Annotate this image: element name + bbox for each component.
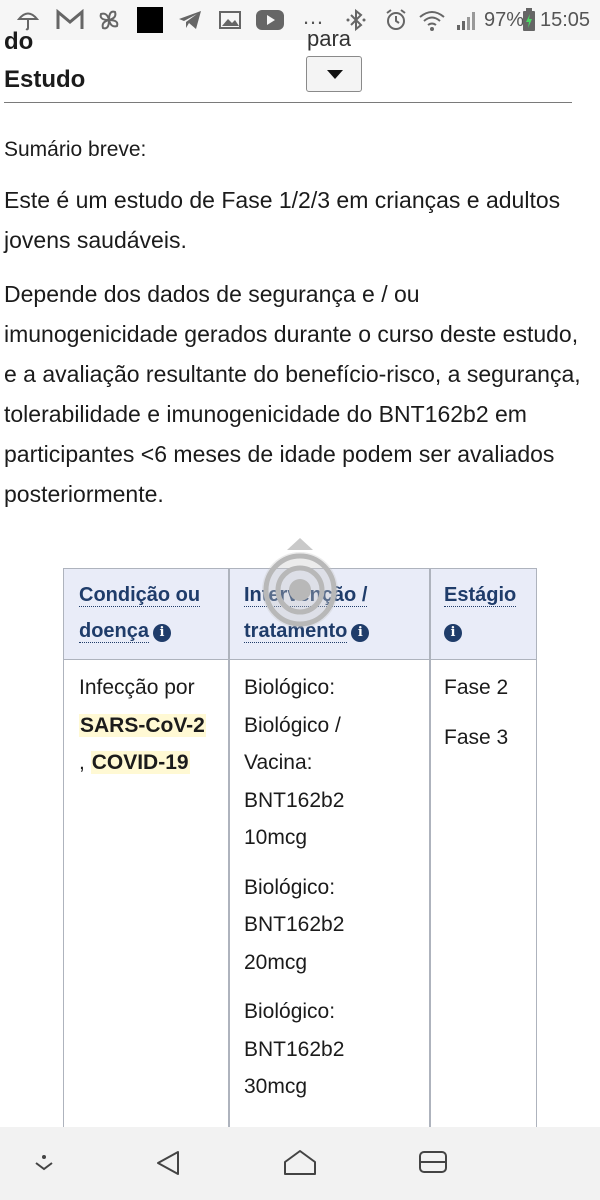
- clock: 15:05: [540, 9, 591, 31]
- back-icon[interactable]: [148, 1145, 188, 1181]
- dropdown-label: para: [307, 26, 352, 51]
- header-condition-line2: doença: [79, 620, 150, 643]
- condition-cell: Infecção por SARS-CoV-2 , COVID-19: [79, 669, 219, 782]
- info-icon[interactable]: i: [444, 624, 462, 642]
- section-dropdown-button[interactable]: [306, 56, 362, 92]
- header-divider: [4, 102, 572, 103]
- stage-item: Fase 3: [444, 725, 509, 749]
- intervention-line: BNT162b2: [244, 788, 345, 812]
- alarm-icon: [384, 8, 408, 32]
- home-icon[interactable]: [280, 1145, 320, 1181]
- info-icon[interactable]: i: [153, 624, 172, 642]
- battery-charging-icon: [522, 8, 536, 32]
- intervention-line: 10mcg: [244, 826, 308, 849]
- gmail-icon: [56, 8, 84, 32]
- summary-paragraph-2: Depende dos dados de segurança e / ou im…: [4, 281, 581, 507]
- intervention-line: Biológico:: [244, 676, 336, 699]
- summary-paragraph-1: Este é um estudo de Fase 1/2/3 em crianç…: [4, 187, 561, 253]
- scroll-up-arrow-icon[interactable]: [287, 538, 313, 550]
- stage-cell: Fase 2 Fase 3: [444, 669, 534, 756]
- intervention-item: Biológico: BNT162b2 30mcg: [244, 993, 419, 1106]
- status-bar: … 97% 15:05: [0, 0, 600, 40]
- summary-label: Sumário breve:: [4, 138, 147, 161]
- header-condition[interactable]: Condição ou doença i: [79, 577, 201, 649]
- intervention-line: 20mcg: [244, 950, 308, 974]
- header-condition-line1: Condição ou: [79, 584, 201, 607]
- image-icon: [218, 8, 242, 32]
- intervention-line: Vacina:: [244, 751, 313, 774]
- battery-percent: 97%: [484, 9, 525, 31]
- intervention-cell: Biológico: Biológico / Vacina: BNT162b2 …: [244, 669, 419, 1106]
- intervention-line: BNT162b2: [244, 1037, 345, 1061]
- conditions-table: Condição ou doençai Intervenção / tratam…: [63, 568, 537, 1168]
- condition-separator: ,: [79, 751, 85, 774]
- column-divider: [228, 569, 230, 1167]
- intervention-line: Biológico:: [244, 875, 336, 899]
- condition-term-link[interactable]: COVID-19: [90, 751, 190, 774]
- header-stage-label: Estágio: [444, 584, 517, 607]
- header-stage[interactable]: Estágio i: [444, 577, 517, 649]
- intervention-item: Biológico: BNT162b2 20mcg: [244, 869, 419, 982]
- condition-term-link[interactable]: SARS-CoV-2: [79, 713, 206, 737]
- telegram-icon: [177, 8, 203, 32]
- pinwheel-icon: [96, 8, 122, 32]
- chevron-down-icon[interactable]: [24, 1145, 64, 1181]
- youtube-icon: [255, 8, 285, 32]
- wifi-icon: [418, 8, 446, 32]
- condition-prefix: Infecção por: [79, 676, 195, 699]
- intervention-line: 30mcg: [244, 1075, 308, 1098]
- info-icon[interactable]: i: [351, 624, 370, 642]
- intervention-line: Biológico /: [244, 713, 341, 737]
- page-title: Estudo: [4, 66, 86, 93]
- black-square-icon: [137, 7, 163, 33]
- header-partial-word: do: [4, 28, 34, 55]
- scroll-handle-icon[interactable]: [262, 552, 338, 628]
- column-divider: [429, 569, 431, 1167]
- intervention-item: Biológico: Biológico / Vacina: BNT162b2 …: [244, 669, 419, 857]
- dropdown-arrow-icon: [327, 70, 343, 79]
- recents-icon[interactable]: [413, 1145, 453, 1181]
- navigation-bar: [0, 1127, 600, 1200]
- stage-item: Fase 2: [444, 676, 509, 699]
- intervention-line: Biológico:: [244, 1000, 336, 1023]
- intervention-line: BNT162b2: [244, 913, 345, 936]
- signal-icon: [455, 8, 479, 32]
